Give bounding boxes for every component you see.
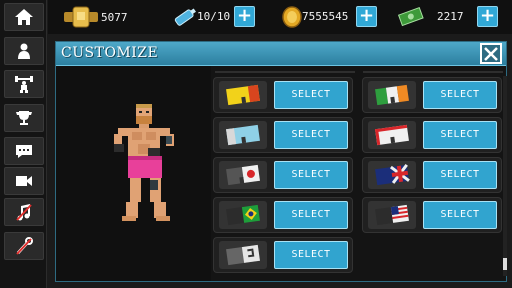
shorts-thumbnail [368, 81, 416, 109]
shorts-item-brazil: SELECT [213, 197, 353, 233]
nav-home-button[interactable] [4, 3, 44, 31]
select-button[interactable]: SELECT [274, 241, 348, 269]
shorts-uk-icon [375, 163, 410, 186]
coin-icon [282, 6, 302, 28]
shorts-item-usa: SELECT [362, 197, 502, 233]
home-icon [15, 9, 33, 25]
nav-training-button[interactable] [4, 70, 44, 98]
cash-value: 2217 [437, 10, 464, 23]
fighter-sprite [114, 104, 174, 221]
shorts-thumbnail [219, 161, 267, 189]
select-button[interactable]: SELECT [274, 201, 348, 229]
shorts-white-red-icon [375, 124, 409, 146]
nav-music-button[interactable] [4, 198, 44, 226]
championship-belt-icon [64, 6, 98, 28]
select-button[interactable]: SELECT [423, 201, 497, 229]
panel-header: CUSTOMIZE [56, 42, 506, 66]
list-scrollbar-track[interactable] [503, 76, 507, 276]
cash-counter [397, 4, 425, 30]
select-button[interactable]: SELECT [423, 121, 497, 149]
nav-video-button[interactable] [4, 167, 44, 195]
shorts-thumbnail [219, 241, 267, 269]
shorts-item-uk: SELECT [362, 157, 502, 193]
shorts-item-light-blue: SELECT [213, 117, 353, 153]
energy-value: 10/10 [197, 10, 231, 23]
list-scrollbar-thumb[interactable] [503, 258, 507, 270]
select-button[interactable]: SELECT [274, 81, 348, 109]
shorts-irish-icon [375, 84, 409, 106]
shorts-item-japan: SELECT [213, 157, 353, 193]
trophy-icon [16, 111, 32, 125]
person-icon [18, 43, 30, 59]
resource-bar: 5077 10/10 + 7555545 + 2217 + [48, 0, 512, 34]
nav-settings-button[interactable] [4, 232, 44, 260]
shorts-thumbnail [368, 121, 416, 149]
shorts-item-irish: SELECT [362, 77, 502, 113]
shorts-usa-icon [375, 204, 409, 226]
panel-title: CUSTOMIZE [61, 45, 159, 61]
coins-value: 7555545 [302, 10, 349, 23]
energy-counter [172, 4, 198, 30]
camera-icon [16, 176, 32, 186]
weightlifter-icon [15, 76, 33, 93]
shorts-grey-number-icon [226, 244, 260, 266]
music-icon [16, 204, 32, 221]
close-icon [484, 47, 498, 61]
shorts-item-yellow-red: SELECT [213, 77, 353, 113]
shorts-thumbnail [219, 201, 267, 229]
sidebar-nav [0, 0, 47, 288]
shorts-item-grey-number: SELECT [213, 237, 353, 273]
shorts-thumbnail [219, 121, 267, 149]
select-button[interactable]: SELECT [423, 81, 497, 109]
shorts-thumbnail [219, 81, 267, 109]
nav-profile-button[interactable] [4, 37, 44, 65]
add-coins-button[interactable]: + [356, 6, 377, 27]
chat-icon [16, 145, 32, 158]
shorts-thumbnail [368, 161, 416, 189]
select-button[interactable]: SELECT [423, 161, 497, 189]
shorts-brazil-icon [226, 204, 260, 226]
belts-value: 5077 [101, 10, 128, 24]
select-button[interactable]: SELECT [274, 121, 348, 149]
coins-counter [280, 4, 304, 30]
shorts-japan-icon [226, 164, 260, 186]
shorts-thumbnail [368, 201, 416, 229]
nav-trophies-button[interactable] [4, 104, 44, 132]
shorts-list[interactable]: SELECT SELECT SELECT SELECT SELECT SELEC… [211, 66, 506, 281]
shorts-yellow-red-icon [226, 84, 260, 106]
belts-counter: 5077 [64, 4, 128, 30]
nav-messages-button[interactable] [4, 137, 44, 165]
select-button[interactable]: SELECT [274, 161, 348, 189]
add-cash-button[interactable]: + [477, 6, 498, 27]
fighter-preview [106, 100, 184, 232]
wrench-icon [16, 237, 33, 255]
add-energy-button[interactable]: + [234, 6, 255, 27]
shorts-light-blue-icon [226, 124, 260, 146]
energy-syringe-icon [174, 8, 196, 26]
cash-icon [397, 6, 424, 27]
shorts-item-white-red: SELECT [362, 117, 502, 153]
customize-panel: CUSTOMIZE SELECT SELECT SELECT SELECT SE… [55, 41, 507, 282]
close-button[interactable] [480, 43, 502, 64]
